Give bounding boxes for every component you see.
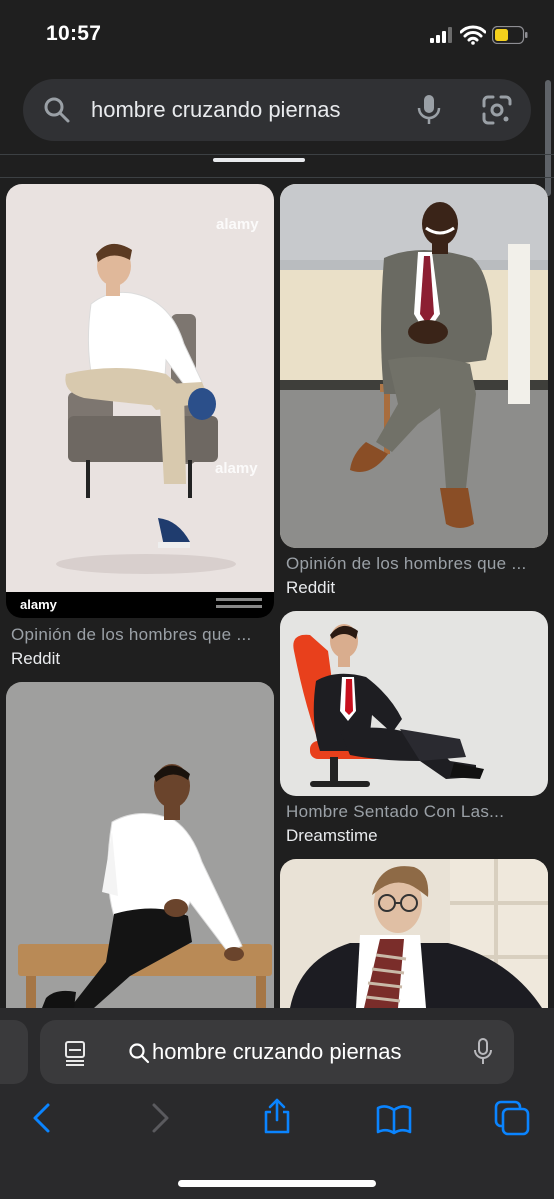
- result-source[interactable]: Reddit: [286, 578, 335, 598]
- battery-icon: [492, 26, 528, 44]
- address-text[interactable]: hombre cruzando piernas: [152, 1039, 401, 1065]
- back-icon[interactable]: [24, 1100, 60, 1136]
- result-photo-man-glasses-suit: [280, 859, 548, 1008]
- svg-text:alamy: alamy: [216, 216, 259, 233]
- search-icon[interactable]: [42, 95, 72, 125]
- result-source[interactable]: Reddit: [11, 649, 60, 669]
- result-image[interactable]: [280, 184, 548, 548]
- result-image[interactable]: [6, 682, 274, 1008]
- page-menu-icon[interactable]: [63, 1040, 87, 1066]
- header-divider: [0, 154, 554, 155]
- forward-icon[interactable]: [142, 1100, 178, 1136]
- result-title[interactable]: Opinión de los hombres que ...: [11, 625, 252, 645]
- status-time: 10:57: [46, 22, 102, 45]
- page-scrollbar[interactable]: [545, 80, 551, 196]
- result-photo-man-red-chair: [280, 611, 548, 796]
- tabs-icon[interactable]: [494, 1100, 530, 1136]
- wifi-icon: [460, 25, 486, 45]
- share-icon[interactable]: [259, 1098, 295, 1134]
- address-search-icon: [129, 1043, 150, 1064]
- result-image[interactable]: [280, 611, 548, 796]
- home-indicator[interactable]: [178, 1180, 376, 1187]
- bookmarks-icon[interactable]: [376, 1102, 412, 1138]
- result-title[interactable]: Opinión de los hombres que ...: [286, 554, 527, 574]
- result-photo-man-wooden-bench: [6, 682, 274, 1008]
- search-query-input[interactable]: hombre cruzando piernas: [91, 95, 340, 125]
- result-photo-man-grey-suit: [280, 184, 548, 548]
- google-lens-icon[interactable]: [481, 94, 513, 126]
- previous-tab-preview[interactable]: [0, 1020, 28, 1084]
- address-microphone-icon[interactable]: [473, 1038, 493, 1066]
- alamy-logo: alamy: [20, 597, 58, 612]
- cellular-signal-icon: [430, 27, 456, 43]
- result-title[interactable]: Hombre Sentado Con Las...: [286, 802, 504, 822]
- header-divider: [0, 177, 554, 178]
- result-source[interactable]: Dreamstime: [286, 826, 378, 846]
- drag-handle[interactable]: [213, 158, 305, 162]
- result-image[interactable]: alamy alamy alamy: [6, 184, 274, 618]
- result-image[interactable]: [280, 859, 548, 1008]
- svg-text:alamy: alamy: [215, 460, 258, 477]
- status-bar: 10:57: [0, 0, 554, 64]
- result-photo-man-armchair: alamy alamy alamy: [6, 184, 274, 618]
- microphone-icon[interactable]: [416, 93, 442, 127]
